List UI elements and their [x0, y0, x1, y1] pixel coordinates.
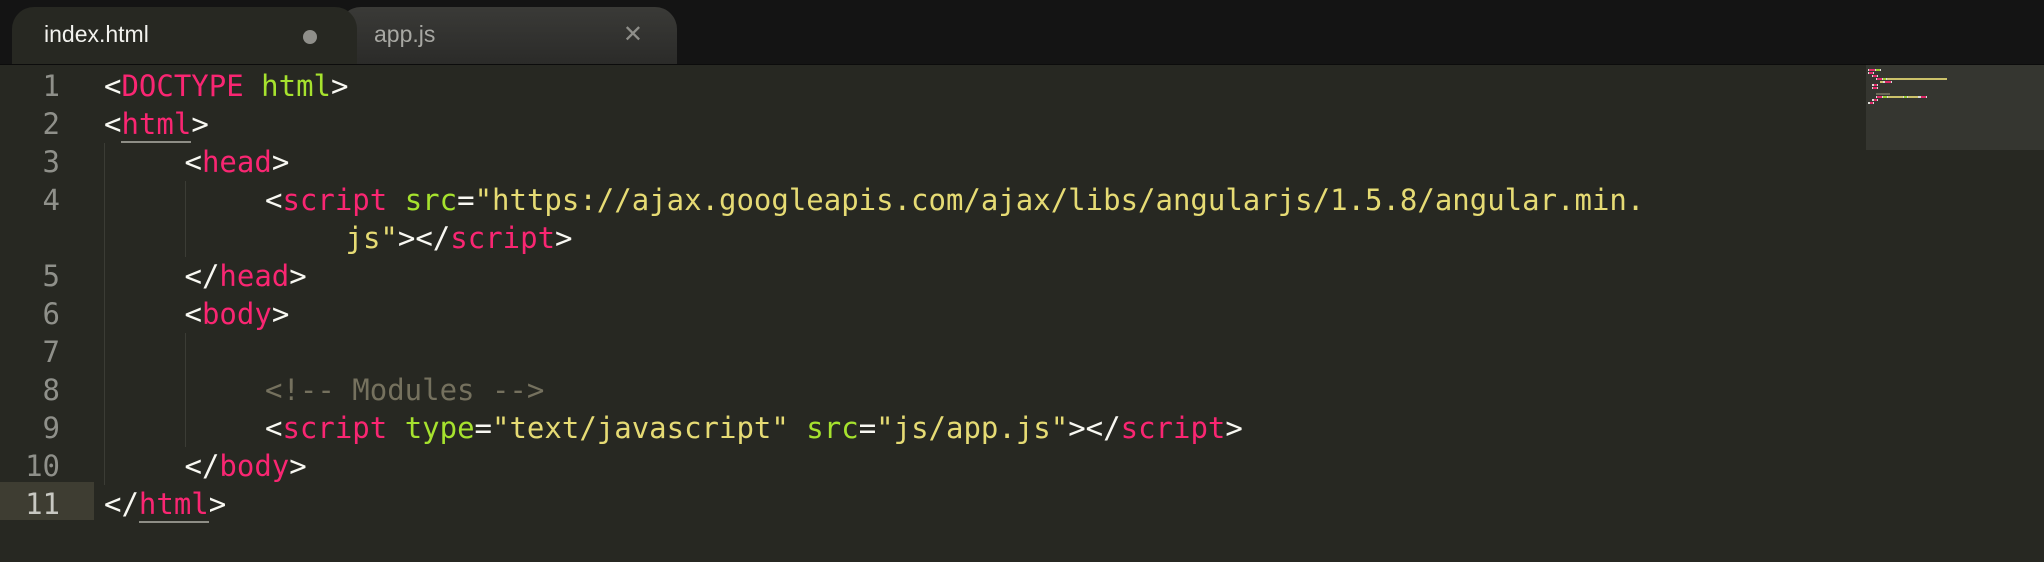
- token-tag: head: [201, 145, 272, 179]
- code-line[interactable]: </head>: [185, 257, 307, 295]
- minimap-stroke: [1926, 96, 1927, 98]
- minimap-stroke: [1876, 87, 1878, 89]
- token-punct: </: [184, 449, 220, 483]
- token-punct: [387, 183, 404, 217]
- token-punct: >: [271, 145, 290, 179]
- indent-guide: [104, 143, 105, 485]
- line-number: 6: [42, 297, 60, 331]
- token-punct: <: [265, 183, 283, 217]
- token-tag: html: [121, 107, 192, 143]
- token-comment: <!-- Modules -->: [265, 373, 545, 407]
- token-punct: =: [474, 411, 493, 445]
- editor-window: index.html app.js ✕ 1 2 3 4 5 6 7 8 9 10 11 <DOCTY…: [0, 0, 2044, 562]
- token-punct: >: [191, 107, 209, 141]
- line-number: 1: [42, 69, 60, 103]
- token-tag: html: [138, 487, 209, 523]
- token-punct: <: [265, 411, 283, 445]
- indent-guide: [184, 333, 186, 447]
- token-punct: ></: [397, 221, 451, 255]
- minimap-stroke: [1908, 96, 1918, 98]
- token-punct: >: [271, 297, 290, 331]
- token-tag: script: [450, 221, 556, 255]
- minimap-stroke: [1872, 72, 1874, 74]
- token-attr: type: [404, 411, 475, 445]
- minimap-stroke: [1887, 78, 1948, 80]
- token-tag: DOCTYPE: [121, 69, 244, 103]
- token-tag: body: [219, 449, 290, 483]
- minimap-stroke: [1877, 84, 1879, 86]
- token-punct: [387, 411, 404, 445]
- token-attr: src: [404, 183, 458, 217]
- line-number: 2: [42, 107, 60, 141]
- minimap-stroke: [1879, 69, 1881, 71]
- token-punct: </: [184, 259, 220, 293]
- code-line[interactable]: <html>: [104, 105, 209, 143]
- minimap-stroke: [1876, 75, 1878, 77]
- line-number: 5: [42, 259, 60, 293]
- token-str: "js/app.js": [876, 411, 1069, 445]
- token-str: "text/javascript": [492, 411, 789, 445]
- tab-bar: index.html app.js ✕: [0, 0, 2044, 65]
- token-punct: >: [208, 487, 227, 521]
- line-number: 11: [25, 487, 60, 521]
- code-line[interactable]: </body>: [185, 447, 307, 485]
- token-str: "https://ajax.googleapis.com/ajax/libs/a…: [474, 183, 1645, 217]
- code-line[interactable]: <head>: [185, 143, 290, 181]
- token-punct: <: [104, 69, 122, 103]
- token-punct: >: [1225, 411, 1243, 445]
- token-punct: =: [858, 411, 877, 445]
- minimap[interactable]: [1866, 65, 2044, 150]
- token-punct: <: [184, 145, 202, 179]
- token-attr: html: [261, 69, 331, 103]
- tab-label: index.html: [44, 21, 149, 47]
- line-number: 4: [42, 183, 60, 217]
- minimap-stroke: [1890, 81, 1892, 83]
- line-number: 10: [25, 449, 60, 483]
- token-punct: >: [289, 259, 307, 293]
- token-attr: src: [806, 411, 859, 445]
- token-punct: <: [104, 107, 122, 141]
- token-punct: ></: [1068, 411, 1121, 445]
- code-editor[interactable]: 1 2 3 4 5 6 7 8 9 10 11 <DOCTYPE html> <html> <head>…: [0, 65, 1866, 562]
- token-tag: script: [1120, 411, 1226, 445]
- token-punct: >: [331, 69, 349, 103]
- tab-label: app.js: [374, 21, 436, 47]
- token-tag: script: [282, 183, 388, 217]
- token-tag: body: [201, 297, 272, 331]
- line-number: 3: [42, 145, 60, 179]
- code-line[interactable]: <script type="text/javascript" src="js/a…: [265, 409, 1243, 447]
- minimap-stroke: [1873, 102, 1875, 104]
- token-str: js": [345, 221, 398, 255]
- code-line-wrap[interactable]: js"></script>: [346, 219, 573, 257]
- token-punct: <: [184, 297, 202, 331]
- token-punct: >: [555, 221, 573, 255]
- indent-guide: [184, 181, 186, 257]
- token-punct: [789, 411, 806, 445]
- code-line[interactable]: <script src="https://ajax.googleapis.com…: [265, 181, 1644, 219]
- code-line[interactable]: <!-- Modules -->: [265, 371, 544, 409]
- minimap-stroke: [1877, 99, 1879, 101]
- token-punct: >: [289, 449, 307, 483]
- line-number: 9: [42, 411, 60, 445]
- token-punct: </: [104, 487, 139, 521]
- tab-app-js[interactable]: app.js ✕: [339, 7, 677, 64]
- close-icon[interactable]: ✕: [623, 20, 643, 48]
- token-tag: head: [219, 259, 290, 293]
- token-tag: script: [282, 411, 388, 445]
- unsaved-dot-icon[interactable]: [303, 30, 317, 44]
- code-line[interactable]: <body>: [185, 295, 290, 333]
- line-number: 7: [42, 335, 60, 369]
- tab-index-html[interactable]: index.html: [12, 7, 357, 64]
- line-number: 8: [42, 373, 60, 407]
- token-punct: =: [457, 183, 475, 217]
- code-line[interactable]: <DOCTYPE html>: [104, 67, 348, 105]
- minimap-stroke: [1876, 93, 1891, 95]
- minimap-stroke: [1888, 96, 1904, 98]
- token-punct: [244, 69, 261, 103]
- code-line[interactable]: </html>: [104, 485, 226, 523]
